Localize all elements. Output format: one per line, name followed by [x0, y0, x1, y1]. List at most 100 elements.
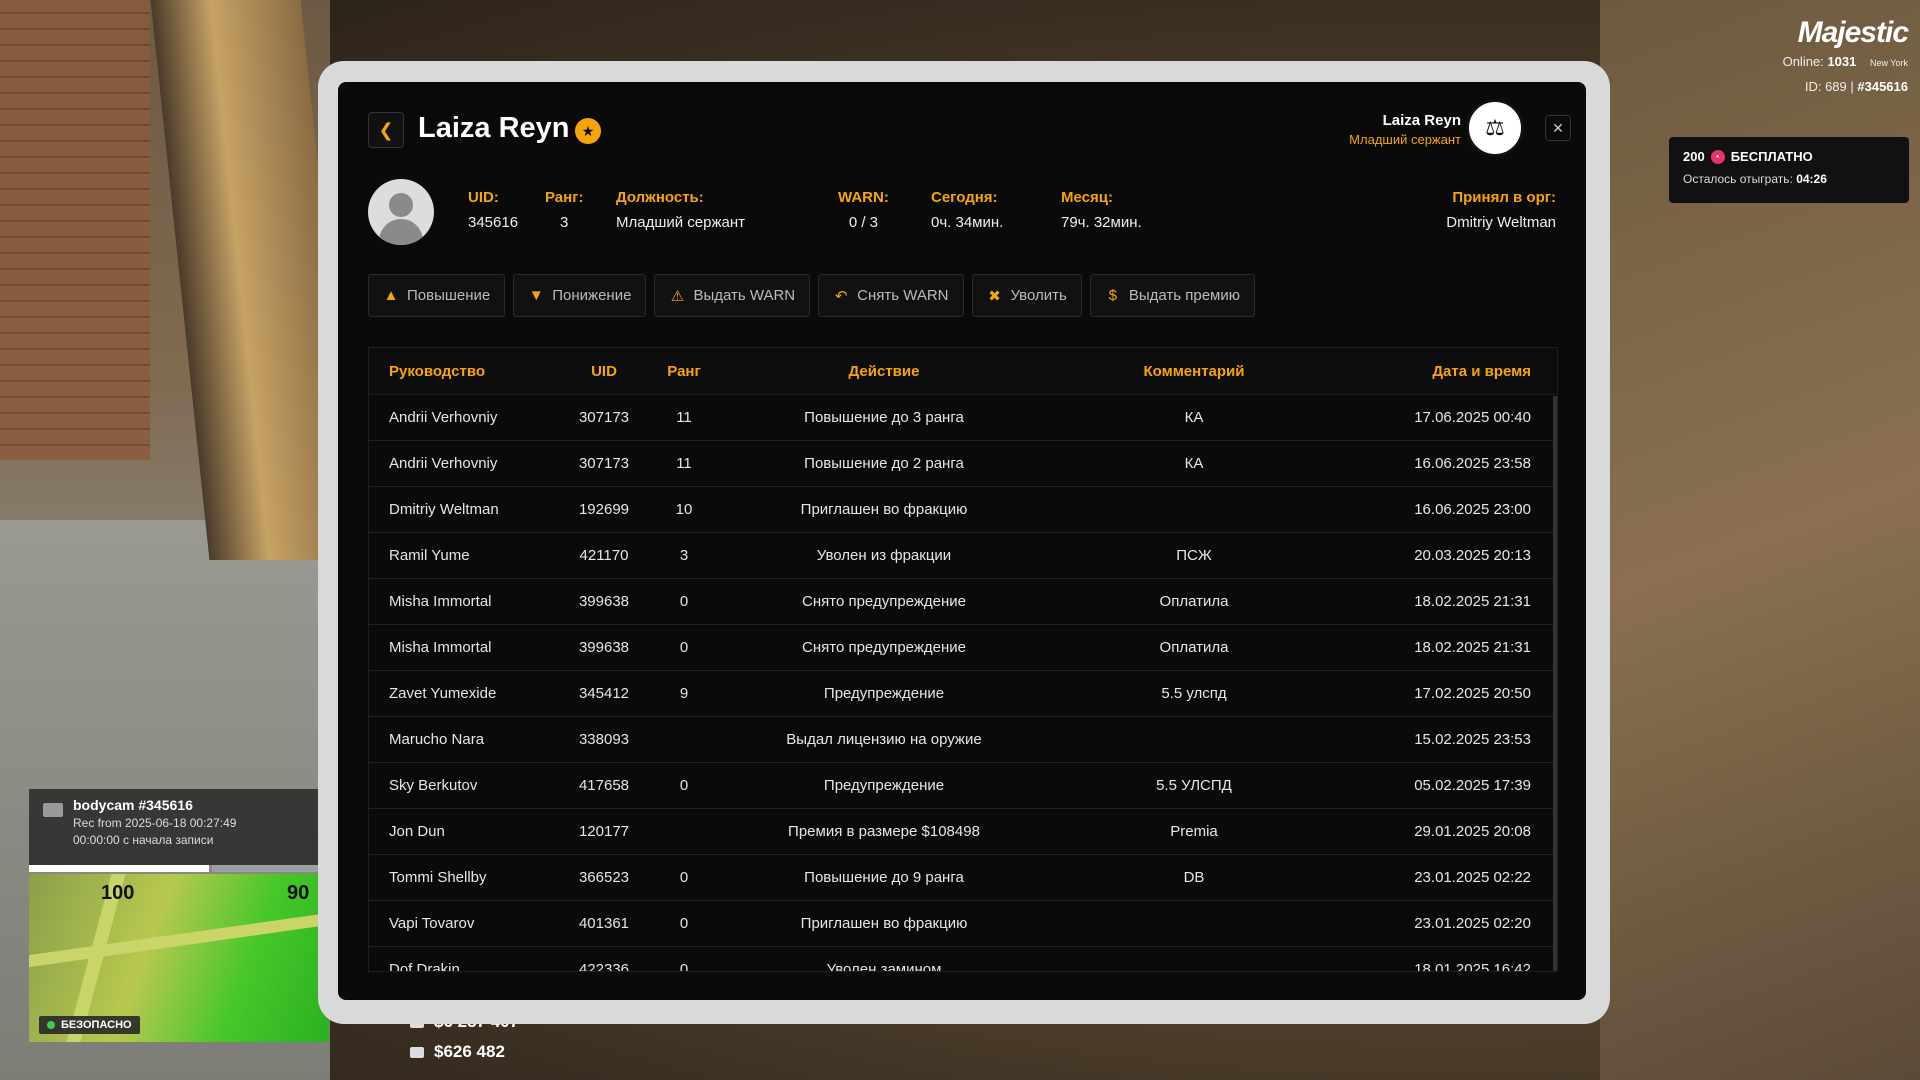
cell-datetime: 29.01.2025 20:08 [1414, 823, 1531, 840]
promo-remaining-label: Осталось отыграть: [1683, 172, 1793, 186]
cell-action: Предупреждение [823, 685, 945, 702]
faction-seal-icon: ⚖ [1466, 99, 1524, 157]
close-icon: ✕ [1552, 119, 1564, 136]
cell-action: Приглашен во фракцию [800, 501, 968, 518]
cell-action: Снято предупреждение [802, 639, 966, 656]
map-road [29, 912, 329, 968]
cell-uid: 421170 [579, 547, 629, 564]
cell-datetime: 15.02.2025 23:53 [1414, 731, 1531, 748]
cell-comment: Оплатила [1159, 639, 1229, 656]
bodycam-rec: Rec from 2025-06-18 00:27:49 [73, 816, 237, 830]
cell-leader: Andrii Verhovniy [389, 455, 498, 472]
table-row[interactable]: Ramil Yume 421170 3 Уволен из фракции ПСЖ 20.… [369, 533, 1557, 579]
cell-action: Снято предупреждение [802, 593, 966, 610]
header-datetime: Дата и время [1432, 362, 1531, 380]
player-id: ID: 689 | #345616 [1804, 79, 1908, 94]
header-action: Действие [848, 362, 920, 380]
bodycam-title: bodycam #345616 [73, 797, 193, 813]
demote-button[interactable]: ▼ Понижение [513, 274, 647, 317]
promote-button[interactable]: ▲ Повышение [368, 274, 506, 317]
cell-uid: 192699 [578, 501, 630, 518]
background-brick [0, 0, 150, 460]
table-body: Andrii Verhovniy 307173 11 Повышение до 3 р… [369, 395, 1557, 972]
table-row[interactable]: Misha Immortal 399638 0 Снято предупреждени… [369, 579, 1557, 625]
table-row[interactable]: Dmitriy Weltman 192699 10 Приглашен во фрак… [369, 487, 1557, 533]
cell-leader: Ramil Yume [389, 547, 470, 564]
table-row[interactable]: Jon Dun 120177 Премия в размере $108498 Pre… [369, 809, 1557, 855]
cell-uid: 422336 [578, 961, 630, 972]
cell-rank: 0 [679, 777, 689, 794]
table-row[interactable]: Sky Berkutov 417658 0 Предупреждение 5.5 УЛС… [369, 763, 1557, 809]
cell-uid: 345412 [578, 685, 630, 702]
remove-warn-button[interactable]: ↶ Снять WARN [818, 274, 964, 317]
table-scrollbar[interactable] [1553, 396, 1557, 971]
promo-remaining-value: 04:26 [1796, 172, 1827, 186]
stat-uid: UID: 345616 [468, 189, 519, 231]
table-header: Руководство UID Ранг Действие Комментари… [369, 348, 1557, 395]
cell-uid: 120177 [578, 823, 630, 840]
cell-uid: 401361 [578, 915, 630, 932]
health-bar [29, 865, 209, 872]
medal-icon: ★ [575, 118, 601, 144]
cell-datetime: 18.01.2025 16:42 [1414, 961, 1531, 972]
cell-action: Выдал лицензию на оружие [786, 731, 982, 748]
cell-leader: Zavet Yumexide [389, 685, 497, 702]
status-dot-icon [47, 1021, 55, 1029]
back-button[interactable]: ❮ [368, 112, 404, 148]
cell-action: Повышение до 9 ранга [804, 869, 964, 886]
promo-badge-icon: • [1710, 149, 1725, 164]
cell-action: Уволен замином [826, 961, 942, 972]
cell-comment: 5.5 улспд [1161, 685, 1227, 702]
stat-month: Месяц: 79ч. 32мин. [1061, 189, 1142, 231]
cell-datetime: 20.03.2025 20:13 [1414, 547, 1531, 564]
table-row[interactable]: Misha Immortal 399638 0 Снято предупреждени… [369, 625, 1557, 671]
give-bonus-button[interactable]: $ Выдать премию [1089, 274, 1255, 317]
cell-datetime: 05.02.2025 17:39 [1414, 777, 1531, 794]
cell-uid: 338093 [578, 731, 630, 748]
cell-comment: DB [1183, 869, 1205, 886]
table-row[interactable]: Andrii Verhovniy 307173 11 Повышение до 2 р… [369, 441, 1557, 487]
table-row[interactable]: Vapi Tovarov 401361 0 Приглашен во фракцию 2… [369, 901, 1557, 947]
camera-icon [43, 803, 63, 817]
table-row[interactable]: Dof Drakin 422336 0 Уволен замином 18.01.202… [369, 947, 1557, 972]
cell-rank: 10 [675, 501, 693, 518]
action-toolbar: ▲ Повышение ▼ Понижение ⚠ Выдать WARN ↶ … [368, 274, 1255, 317]
fire-button[interactable]: ✖ Уволить [971, 274, 1082, 317]
cell-datetime: 16.06.2025 23:58 [1414, 455, 1531, 472]
table-row[interactable]: Andrii Verhovniy 307173 11 Повышение до 3 р… [369, 395, 1557, 441]
current-user-rank: Младший сержант [1349, 132, 1461, 147]
cell-leader: Sky Berkutov [389, 777, 478, 794]
cell-uid: 399638 [578, 639, 630, 656]
coin-icon: $ [1108, 287, 1117, 304]
armor-bar [212, 865, 332, 872]
give-warn-button[interactable]: ⚠ Выдать WARN [654, 274, 811, 317]
table-row[interactable]: Marucho Nara 338093 Выдал лицензию на оруж… [369, 717, 1557, 763]
close-button[interactable]: ✕ [1545, 115, 1571, 141]
cell-comment: Оплатила [1159, 593, 1229, 610]
cell-leader: Dof Drakin [389, 961, 460, 972]
page-title: Laiza Reyn [418, 112, 570, 144]
cell-datetime: 18.02.2025 21:31 [1414, 639, 1531, 656]
cell-leader: Marucho Nara [389, 731, 485, 748]
card-icon [410, 1046, 424, 1058]
cell-action: Премия в размере $108498 [788, 823, 980, 840]
undo-arrow-icon: ↶ [834, 287, 848, 305]
safe-zone-badge: БЕЗОПАСНО [39, 1016, 140, 1034]
server-city: New York [1869, 58, 1908, 68]
cell-datetime: 16.06.2025 23:00 [1414, 501, 1531, 518]
cell-rank: 0 [679, 961, 689, 972]
table-row[interactable]: Zavet Yumexide 345412 9 Предупреждение 5.5 у… [369, 671, 1557, 717]
cell-comment: 5.5 УЛСПД [1156, 777, 1232, 794]
promo-box: 200 • БЕСПЛАТНО Осталось отыграть: 04:26 [1669, 137, 1909, 203]
bodycam-overlay: bodycam #345616 Rec from 2025-06-18 00:2… [29, 789, 329, 865]
header-uid: UID [591, 362, 617, 380]
header-leadership: Руководство [389, 362, 486, 380]
header-comment: Комментарий [1143, 362, 1245, 380]
chevron-left-icon: ❮ [378, 119, 394, 140]
cell-datetime: 17.06.2025 00:40 [1414, 409, 1531, 426]
cell-comment: КА [1184, 455, 1204, 472]
fire-person-icon: ✖ [988, 287, 1001, 305]
cell-leader: Jon Dun [389, 823, 445, 840]
table-row[interactable]: Tommi Shellby 366523 0 Повышение до 9 ранга… [369, 855, 1557, 901]
stat-today: Сегодня: 0ч. 34мин. [931, 189, 1004, 231]
